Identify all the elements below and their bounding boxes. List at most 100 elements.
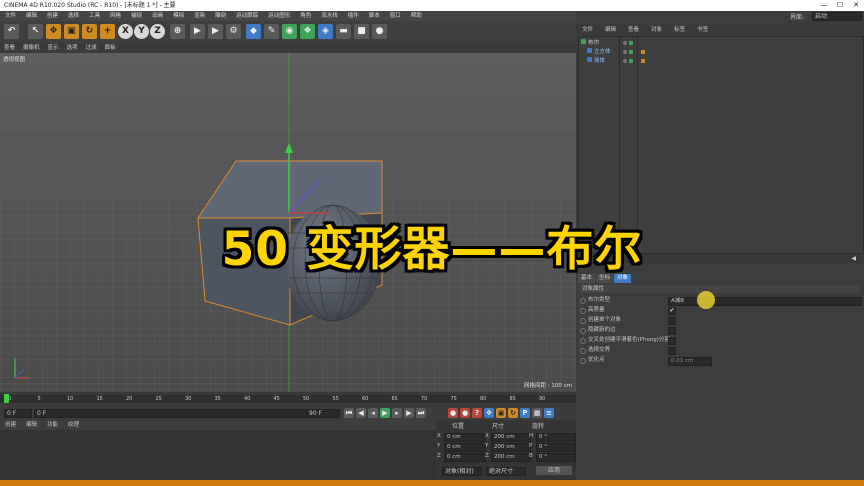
menu-item[interactable]: 窗口: [385, 11, 406, 21]
viewport-menu-item[interactable]: 摄像机: [19, 43, 44, 53]
animate-dot-icon[interactable]: [580, 348, 586, 354]
frame-range-slider[interactable]: 0 F: [34, 409, 308, 418]
parameter-key-icon[interactable]: P: [520, 408, 530, 418]
om-menu-item[interactable]: 标签: [668, 26, 691, 35]
menu-item[interactable]: 创建: [42, 11, 63, 21]
menu-item[interactable]: 插件: [343, 11, 364, 21]
om-menu-item[interactable]: 编辑: [599, 26, 622, 35]
menu-item[interactable]: 流水线: [316, 11, 343, 21]
position-field[interactable]: 0 cm: [444, 453, 486, 462]
size-field[interactable]: 200 cm: [491, 453, 531, 462]
object-row[interactable]: 球体: [581, 57, 605, 65]
pen-icon[interactable]: ✎: [264, 24, 279, 39]
menu-item[interactable]: 工具: [84, 11, 105, 21]
object-row[interactable]: 立方体: [581, 48, 611, 56]
menu-item[interactable]: 模拟: [168, 11, 189, 21]
size-field[interactable]: 200 cm: [491, 443, 531, 452]
render-region-icon[interactable]: ▶: [190, 24, 205, 39]
visibility-dots-icon[interactable]: [623, 59, 627, 63]
maximize-button[interactable]: ☐: [832, 0, 848, 11]
move-icon[interactable]: ✥: [46, 24, 61, 39]
rotation-field[interactable]: 0 °: [536, 433, 576, 442]
scale-icon[interactable]: ▣: [64, 24, 79, 39]
timeline-menu-icon[interactable]: ≡: [544, 408, 554, 418]
go-end-icon[interactable]: ⏭: [416, 408, 426, 418]
pla-key-icon[interactable]: ▦: [532, 408, 542, 418]
visibility-dots-icon[interactable]: [623, 50, 627, 54]
render-view-icon[interactable]: ▶: [208, 24, 223, 39]
attribute-checkbox[interactable]: [668, 347, 676, 355]
material-menu-item[interactable]: 纹理: [63, 420, 84, 430]
viewport-menu-item[interactable]: 选项: [63, 43, 82, 53]
menu-item[interactable]: 角色: [295, 11, 316, 21]
subdivision-icon[interactable]: ◉: [282, 24, 297, 39]
animate-dot-icon[interactable]: [580, 338, 586, 344]
undo-icon[interactable]: ↶: [4, 24, 19, 39]
animate-dot-icon[interactable]: [580, 308, 586, 314]
light-icon[interactable]: ●: [372, 24, 387, 39]
next-frame-icon[interactable]: ▸: [392, 408, 402, 418]
coord-size-select[interactable]: 绝对尺寸: [486, 467, 526, 476]
menu-item[interactable]: 文件: [0, 11, 21, 21]
attribute-checkbox[interactable]: ✔: [668, 307, 676, 315]
size-field[interactable]: 200 cm: [491, 433, 531, 442]
om-menu-item[interactable]: 文件: [576, 26, 599, 35]
keyframe-selection-icon[interactable]: ?: [472, 408, 482, 418]
auto-key-icon[interactable]: ●: [460, 408, 470, 418]
next-key-icon[interactable]: ▶: [404, 408, 414, 418]
apply-button[interactable]: 应用: [536, 466, 572, 475]
minimize-button[interactable]: —: [816, 0, 832, 11]
rotate-icon[interactable]: ↻: [82, 24, 97, 39]
menu-item[interactable]: 脚本: [364, 11, 385, 21]
rotation-key-icon[interactable]: ↻: [508, 408, 518, 418]
animate-dot-icon[interactable]: [580, 358, 586, 364]
menu-item[interactable]: 渲染: [189, 11, 210, 21]
deformer-icon[interactable]: ◈: [318, 24, 333, 39]
close-button[interactable]: ✕: [848, 0, 864, 11]
menu-item[interactable]: 动画: [147, 11, 168, 21]
enable-check-icon[interactable]: [629, 59, 633, 63]
z-axis-icon[interactable]: Z: [150, 24, 165, 39]
go-start-icon[interactable]: ⏮: [344, 408, 354, 418]
coord-system-icon[interactable]: ⊕: [170, 24, 185, 39]
material-menu-item[interactable]: 功能: [42, 420, 63, 430]
menu-item[interactable]: 捕捉: [126, 11, 147, 21]
select-icon[interactable]: ↖: [28, 24, 43, 39]
cube-icon[interactable]: ◆: [246, 24, 261, 39]
viewport-menu-item[interactable]: 显示: [44, 43, 63, 53]
menu-item[interactable]: 运动图形: [263, 11, 295, 21]
material-menu-item[interactable]: 编辑: [21, 420, 42, 430]
attribute-checkbox[interactable]: [668, 337, 676, 345]
enable-check-icon[interactable]: [629, 50, 633, 54]
tag-icon[interactable]: [641, 50, 645, 54]
position-field[interactable]: 0 cm: [444, 433, 486, 442]
array-icon[interactable]: ❖: [300, 24, 315, 39]
rotation-field[interactable]: 0 °: [536, 453, 576, 462]
rotation-field[interactable]: 0 °: [536, 443, 576, 452]
optimize-point-field[interactable]: 0.01 cm: [668, 357, 712, 366]
enable-check-icon[interactable]: [629, 41, 633, 45]
prev-key-icon[interactable]: ◀: [356, 408, 366, 418]
om-menu-item[interactable]: 查看: [622, 26, 645, 35]
viewport-menu-item[interactable]: 过滤: [82, 43, 101, 53]
menu-item[interactable]: 选择: [63, 11, 84, 21]
scale-key-icon[interactable]: ▣: [496, 408, 506, 418]
x-axis-icon[interactable]: X: [118, 24, 133, 39]
playhead[interactable]: [4, 394, 9, 403]
animate-dot-icon[interactable]: [580, 318, 586, 324]
menu-item[interactable]: 帮助: [406, 11, 427, 21]
record-icon[interactable]: ●: [448, 408, 458, 418]
menu-item[interactable]: 雕刻: [210, 11, 231, 21]
position-key-icon[interactable]: ✥: [484, 408, 494, 418]
play-icon[interactable]: ▶: [380, 408, 390, 418]
y-axis-icon[interactable]: Y: [134, 24, 149, 39]
render-settings-icon[interactable]: ⚙: [226, 24, 241, 39]
attribute-checkbox[interactable]: [668, 317, 676, 325]
om-menu-item[interactable]: 对象: [645, 26, 668, 35]
menu-item[interactable]: 网格: [105, 11, 126, 21]
menu-item[interactable]: 运动跟踪: [231, 11, 263, 21]
object-row[interactable]: 布尔: [581, 39, 599, 47]
prev-frame-icon[interactable]: ◂: [368, 408, 378, 418]
start-frame-field[interactable]: 0 F: [4, 409, 32, 418]
animate-dot-icon[interactable]: [580, 328, 586, 334]
